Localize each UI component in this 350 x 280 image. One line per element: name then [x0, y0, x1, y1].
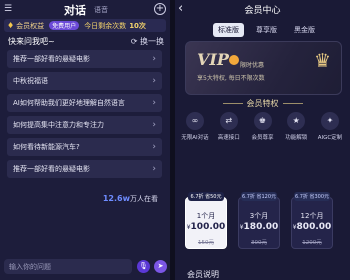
question-text: 中秋祝福语: [13, 77, 48, 85]
chevron-right-icon: ›: [152, 142, 156, 152]
vip-badge-icon: [229, 55, 239, 65]
chevron-right-icon: ›: [152, 120, 156, 130]
plan-duration: 3个月: [249, 212, 269, 220]
menu-icon[interactable]: ☰: [4, 4, 12, 14]
tab-standard[interactable]: 标准版: [213, 23, 244, 37]
privilege-item[interactable]: ⇄ 高速接口: [213, 112, 245, 141]
add-chat-icon[interactable]: +: [154, 3, 166, 15]
privilege-item[interactable]: ✦ AIGC定制: [314, 112, 346, 141]
limited-offer: 限时优惠: [240, 62, 265, 69]
plan-original-price: 150元: [198, 240, 214, 246]
remaining-label: 今日剩余次数: [84, 21, 127, 30]
chevron-right-icon: ›: [152, 164, 156, 174]
chevron-right-icon: ›: [152, 98, 156, 108]
voice-tab[interactable]: 语音: [94, 5, 108, 15]
viewer-count: 12.6w万人在看: [103, 194, 158, 204]
discount-tag: 6.7折 省120元: [241, 192, 277, 201]
question-input[interactable]: 输入你的问题: [4, 259, 132, 274]
plan-duration: 1个月: [196, 212, 216, 220]
vip-bar[interactable]: ♦ 会员权益 免费用户 今日剩余次数 10次: [4, 19, 166, 32]
question-text: 如何提高集中注意力和专注力: [13, 121, 104, 129]
remaining-count: 10次: [129, 21, 146, 30]
chat-header: ☰ 对话 语音 +: [0, 0, 170, 19]
plan-card[interactable]: 6.7折 省50元 1个月 ¥100.00 150元: [185, 192, 227, 249]
question-text: 推荐一部好看的悬疑电影: [13, 55, 90, 63]
crown-icon: ♛: [313, 50, 331, 72]
plan-duration: 12个月: [300, 212, 324, 220]
member-center-panel: ‹ 会员中心 标准版 尊享版 黑金版 VIP 限时优惠 享5大特权, 每日不限次…: [175, 0, 350, 280]
tab-black-gold[interactable]: 黑金版: [289, 23, 320, 37]
tab-premium[interactable]: 尊享版: [251, 23, 282, 37]
question-item[interactable]: 如何提高集中注意力和专注力 ›: [7, 116, 162, 134]
privilege-item[interactable]: ∞ 无限AI对话: [179, 112, 211, 141]
privilege-title-text: 会员特权: [246, 99, 279, 108]
privilege-label: AIGC定制: [317, 135, 343, 141]
chevron-right-icon: ›: [152, 54, 156, 64]
star-icon: ★: [287, 112, 306, 130]
infinity-icon: ∞: [186, 112, 204, 130]
vip-card: VIP 限时优惠 享5大特权, 每日不限次数 ♛: [185, 41, 342, 95]
quick-questions-header: 快来问我吧~ ⟳ 换一换: [8, 36, 164, 47]
viewer-suffix: 万人在看: [130, 195, 158, 203]
question-item[interactable]: 推荐一部好看的悬疑电影 ›: [7, 160, 162, 178]
chat-title: 对话: [64, 4, 86, 17]
question-text: 如何看待新能源汽车?: [13, 143, 80, 151]
privilege-label: 功能解锁: [285, 135, 308, 141]
privilege-title: 会员特权: [175, 98, 350, 109]
crown-icon: ♚: [253, 112, 272, 130]
microphone-icon[interactable]: 🎙: [137, 260, 150, 273]
magic-icon: ✦: [321, 112, 339, 130]
plan-price: ¥800.00: [292, 222, 332, 232]
member-title: 会员中心: [244, 6, 281, 16]
quick-title: 快来问我吧~: [8, 37, 55, 46]
discount-tag: 6.7折 省300元: [294, 192, 330, 201]
plan-price-value: 800.00: [296, 222, 332, 232]
plan-original-price: 1200元: [302, 240, 322, 246]
plan-list: 6.7折 省50元 1个月 ¥100.00 150元 6.7折 省120元 3个…: [185, 192, 333, 249]
member-notes-title: 会员说明: [187, 270, 219, 279]
plan-price: ¥180.00: [239, 222, 279, 232]
privilege-item[interactable]: ★ 功能解锁: [280, 112, 312, 141]
question-item[interactable]: AI如何帮助我们更好地理解自然语言 ›: [7, 94, 162, 112]
api-icon: ⇄: [219, 112, 238, 130]
privilege-item[interactable]: ♚ 会员尊享: [247, 112, 279, 141]
vip-logo: VIP: [197, 50, 229, 69]
free-user-badge: 免费用户: [49, 21, 80, 30]
refresh-button[interactable]: ⟳ 换一换: [131, 36, 164, 47]
plan-price-value: 100.00: [190, 222, 226, 232]
privilege-label: 无限AI对话: [181, 135, 209, 141]
privilege-list: ∞ 无限AI对话 ⇄ 高速接口 ♚ 会员尊享 ★ 功能解锁 ✦ AIGC定制: [179, 112, 346, 141]
vip-bar-label: 会员权益: [16, 21, 45, 30]
viewer-number: 12.6w: [102, 194, 130, 203]
question-list: 推荐一部好看的悬疑电影 › 中秋祝福语 › AI如何帮助我们更好地理解自然语言 › 如…: [7, 50, 162, 182]
send-icon[interactable]: ➤: [154, 260, 167, 273]
plan-original-price: 300元: [251, 240, 267, 246]
question-text: 推荐一部好看的悬疑电影: [13, 165, 90, 173]
diamond-icon: ♦: [7, 21, 15, 30]
question-text: AI如何帮助我们更好地理解自然语言: [13, 99, 125, 107]
question-item[interactable]: 推荐一部好看的悬疑电影 ›: [7, 50, 162, 68]
plan-price-value: 180.00: [243, 222, 279, 232]
plan-tabs: 标准版 尊享版 黑金版: [213, 23, 320, 37]
question-item[interactable]: 如何看待新能源汽车? ›: [7, 138, 162, 156]
vip-perk-text: 享5大特权, 每日不限次数: [197, 75, 265, 82]
privilege-label: 高速接口: [217, 135, 240, 141]
plan-card[interactable]: 6.7折 省120元 3个月 ¥180.00 300元: [238, 192, 280, 249]
question-item[interactable]: 中秋祝福语 ›: [7, 72, 162, 90]
member-header: ‹ 会员中心: [175, 0, 350, 18]
privilege-label: 会员尊享: [251, 135, 274, 141]
discount-tag: 6.7折 省50元: [188, 192, 224, 201]
plan-price: ¥100.00: [186, 222, 226, 232]
refresh-label: 换一换: [140, 37, 164, 46]
chevron-right-icon: ›: [152, 76, 156, 86]
chat-panel: ☰ 对话 语音 + ♦ 会员权益 免费用户 今日剩余次数 10次 快来问我吧~ …: [0, 0, 170, 280]
plan-card[interactable]: 6.7折 省300元 12个月 ¥800.00 1200元: [291, 192, 333, 249]
